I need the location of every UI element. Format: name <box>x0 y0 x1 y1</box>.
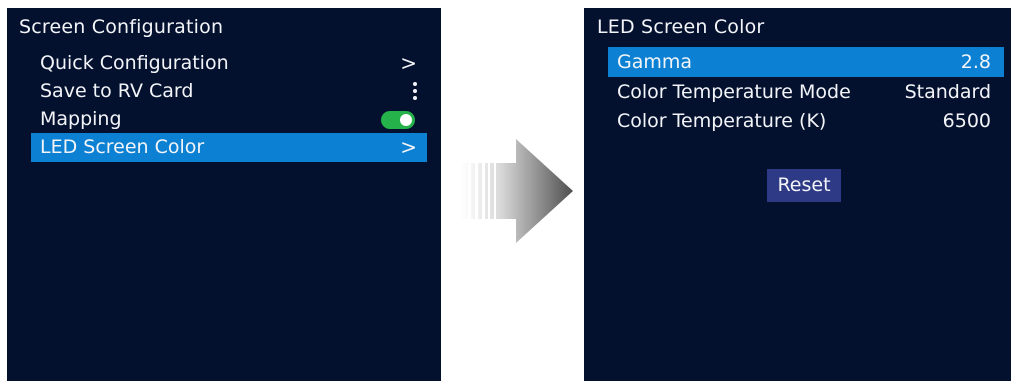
menu-item-quick-configuration[interactable]: Quick Configuration > <box>31 49 427 78</box>
setting-value: 2.8 <box>960 51 991 73</box>
setting-label: Color Temperature (K) <box>617 110 827 132</box>
navigation-arrow-icon <box>461 139 573 243</box>
setting-row-color-temperature-mode[interactable]: Color Temperature Mode Standard <box>608 77 1004 107</box>
setting-value: 6500 <box>942 110 991 132</box>
menu-item-save-to-rv-card[interactable]: Save to RV Card <box>31 77 427 106</box>
setting-value: Standard <box>904 81 991 103</box>
reset-button[interactable]: Reset <box>767 169 841 202</box>
menu-item-label: Quick Configuration <box>40 52 229 74</box>
menu-item-label: LED Screen Color <box>40 136 205 158</box>
setting-label: Color Temperature Mode <box>617 81 851 103</box>
chevron-right-icon: > <box>400 51 417 75</box>
led-screen-color-panel: LED Screen Color Gamma 2.8 Color Tempera… <box>584 8 1011 381</box>
chevron-right-icon: > <box>400 135 417 159</box>
menu-item-mapping[interactable]: Mapping <box>31 105 427 134</box>
panel-title: LED Screen Color <box>597 16 765 38</box>
mapping-toggle[interactable] <box>381 111 415 129</box>
setting-row-color-temperature-k[interactable]: Color Temperature (K) 6500 <box>608 106 1004 136</box>
screen-configuration-panel: Screen Configuration Quick Configuration… <box>7 8 441 381</box>
toggle-knob <box>400 114 412 126</box>
panel-title: Screen Configuration <box>19 16 224 38</box>
setting-label: Gamma <box>617 51 693 73</box>
menu-item-led-screen-color[interactable]: LED Screen Color > <box>31 133 427 162</box>
menu-item-label: Save to RV Card <box>40 80 194 102</box>
menu-item-label: Mapping <box>40 108 122 130</box>
more-vertical-icon <box>413 82 417 100</box>
setting-row-gamma[interactable]: Gamma 2.8 <box>608 47 1004 77</box>
